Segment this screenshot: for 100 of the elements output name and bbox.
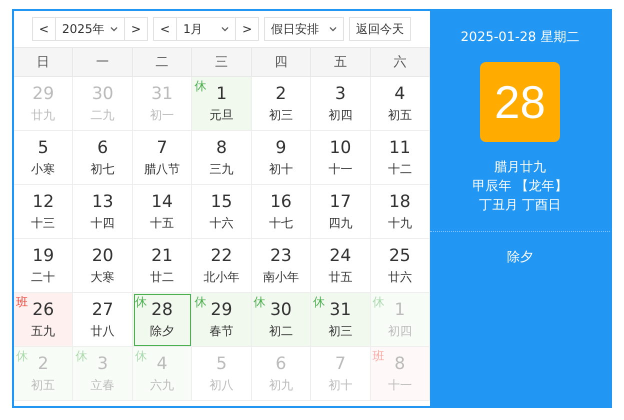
day-number: 16 [270,192,292,212]
lunar-date: 立春 [90,376,115,394]
lunar-date: 初四 [388,322,412,340]
caret-icon [110,25,118,33]
day-cell[interactable]: 7 腊八节 [132,131,192,185]
day-number: 5 [38,138,49,158]
day-number: 29 [32,84,54,104]
lunar-date: 初二 [268,322,293,340]
lunar-date: 除夕 [150,322,174,340]
day-cell[interactable]: 27 廿八 [73,293,133,347]
lunar-date: 腊八节 [144,160,180,178]
weekday-header: 日 [14,48,74,77]
lunar-date: 十六 [209,214,234,232]
day-cell[interactable]: 休 30 初二 [252,293,312,347]
day-cell[interactable]: 23 南小年 [252,239,312,293]
selected-date: 2025-01-28 星期二 [460,29,580,46]
lunar-date: 二十 [31,268,56,286]
day-cell[interactable]: 4 初五 [370,77,430,131]
day-cell[interactable]: 18 十九 [370,185,430,239]
weekday-header: 六 [370,48,430,77]
day-number: 24 [330,246,352,266]
lunar-date: 北小年 [203,268,240,286]
day-number: 20 [92,246,114,266]
day-cell[interactable]: 12 十三 [14,185,74,239]
weekday-header: 一 [73,48,133,77]
day-number: 29 [210,300,232,320]
next-year-button[interactable]: > [124,17,148,41]
weekday-header: 二 [132,48,192,77]
lunar-date: 三九 [209,160,234,178]
day-number: 27 [92,300,114,320]
lunar-date: 元旦 [209,106,234,124]
holiday-tag: 休 [134,294,147,311]
holiday-tag: 休 [372,294,385,311]
day-number: 8 [216,138,227,158]
day-cell[interactable]: 22 北小年 [192,239,252,293]
year-select[interactable]: 2025年 [54,17,125,41]
caret-icon [221,25,230,33]
day-cell[interactable]: 5 小寒 [14,131,74,185]
lunar-date: 十五 [150,214,174,232]
day-number: 2 [38,354,49,374]
day-cell[interactable]: 3 初四 [311,77,371,131]
holiday-tag: 休 [134,348,147,365]
day-number: 12 [32,192,54,212]
lunar-date: 初五 [31,376,56,394]
day-cell[interactable]: 休 1 元旦 [192,77,252,131]
lunar-date: 初一 [150,106,174,124]
day-cell[interactable]: 2 初三 [252,77,312,131]
lunar-date: 十二 [388,160,412,178]
day-cell[interactable]: 15 十六 [192,185,252,239]
day-number: 30 [270,300,292,320]
day-number: 14 [151,192,173,212]
today-button[interactable]: 返回今天 [349,17,412,41]
holiday-tag: 休 [254,294,266,311]
lunar-date: 初五 [388,106,412,124]
day-cell[interactable]: 6 初七 [73,131,133,185]
previous-month-button[interactable]: < [153,17,178,41]
day-cell[interactable]: 9 初十 [252,131,312,185]
holiday-tag: 休 [194,294,206,311]
day-cell[interactable]: 休 29 春节 [192,293,252,347]
day-cell[interactable]: 10 十一 [311,131,371,185]
lunar-info: 甲辰年 【龙年】 [472,178,568,196]
month-select[interactable]: 1月 [176,17,236,41]
day-cell[interactable]: 21 廿二 [132,239,192,293]
day-number: 23 [270,246,292,266]
lunar-date: 小寒 [31,160,56,178]
day-number: 10 [330,138,352,158]
lunar-date: 廿二 [150,268,174,286]
day-cell[interactable]: 休 31 初三 [311,293,371,347]
previous-year-button[interactable]: < [32,17,56,41]
lunar-date: 五九 [31,322,56,340]
day-number: 7 [334,354,346,374]
day-cell[interactable]: 20 大寒 [73,239,133,293]
day-cell[interactable]: 班 26 五九 [14,293,74,347]
lunar-date: 廿五 [328,268,352,286]
next-month-button[interactable]: > [235,17,260,41]
lunar-date: 初三 [268,106,293,124]
lunar-date: 初四 [328,106,352,124]
day-number: 15 [210,192,232,212]
lunar-date: 南小年 [262,268,299,286]
day-cell[interactable]: 19 二十 [14,239,74,293]
day-number: 25 [388,246,411,266]
day-cell[interactable]: 17 四九 [311,185,371,239]
day-cell[interactable]: 16 十七 [252,185,312,239]
lunar-date: 初八 [209,376,234,394]
day-number: 6 [276,354,286,374]
day-cell[interactable]: 11 十二 [370,131,430,185]
day-cell[interactable]: 8 三九 [192,131,252,185]
day-cell[interactable]: 24 廿五 [311,239,371,293]
day-cell[interactable]: 休 28 除夕 [132,293,192,347]
day-cell[interactable]: 13 十四 [73,185,133,239]
holiday-select[interactable]: 假日安排 [264,17,344,41]
lunar-date: 十九 [388,214,412,232]
lunar-date: 初七 [90,160,115,178]
day-number: 3 [97,354,108,374]
day-cell[interactable]: 14 十五 [132,185,192,239]
day-number: 4 [156,354,168,374]
lunar-info: 丁丑月 丁酉日 [478,197,562,215]
lunar-date: 四九 [328,214,352,232]
day-cell[interactable]: 25 廿六 [370,239,430,293]
lunar-date: 十三 [31,214,56,232]
